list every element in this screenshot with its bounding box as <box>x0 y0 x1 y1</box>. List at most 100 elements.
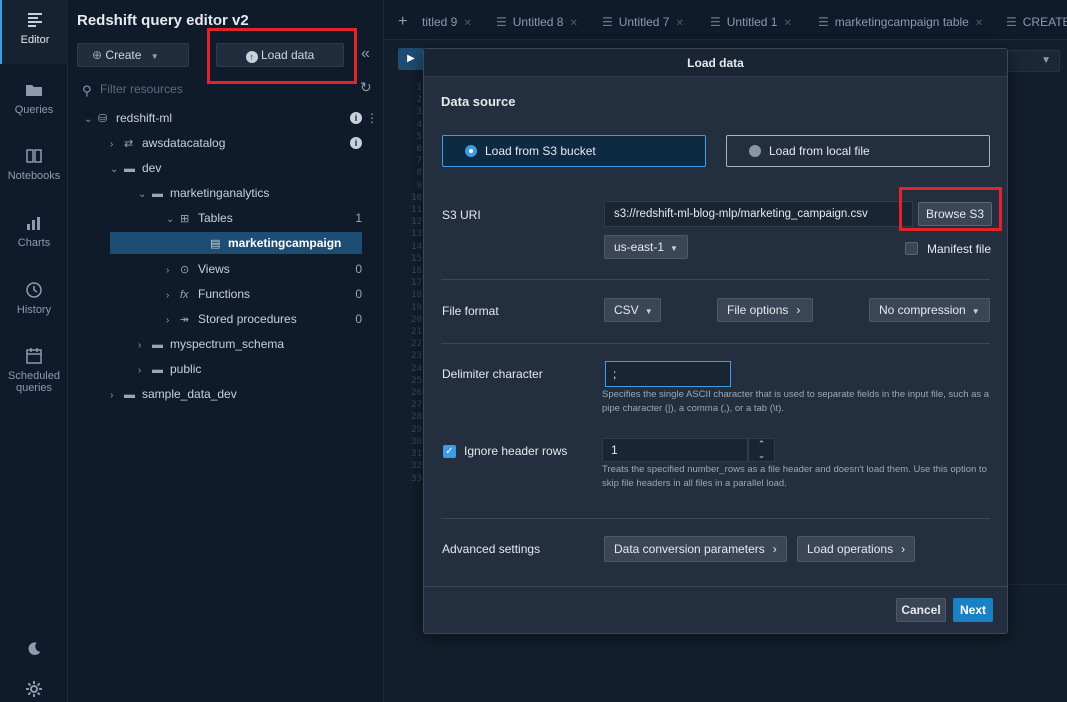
chevron-right-icon: › <box>772 542 777 556</box>
rail-scheduled-queries[interactable]: Scheduled queries <box>0 336 68 406</box>
data-conversion-label: Data conversion parameters <box>614 542 765 556</box>
ignore-header-label: Ignore header rows <box>464 444 568 458</box>
radio-selected-icon <box>465 145 477 157</box>
chevron-right-icon: › <box>110 139 114 150</box>
line-numbers: 1 2 3 4 5 6 7 8 9 10 11 12 13 14 15 16 1… <box>411 83 422 484</box>
tab-marketingcampaign-table[interactable]: ☰ marketingcampaign table ✕ <box>818 0 983 40</box>
tree-item-awsdatacatalog[interactable]: › ⇄ awsdatacatalog i <box>68 132 384 154</box>
rail-queries-label: Queries <box>14 104 54 116</box>
panel-title: Redshift query editor v2 <box>77 12 249 29</box>
cancel-button[interactable]: Cancel <box>896 598 946 622</box>
folder-icon: ▬ <box>152 364 163 376</box>
close-icon[interactable]: ✕ <box>569 18 577 29</box>
rail-queries[interactable]: Queries <box>0 70 68 134</box>
close-icon[interactable]: ✕ <box>675 18 683 29</box>
check-icon: ✓ <box>445 446 454 457</box>
notebook-icon <box>26 149 42 163</box>
file-format-select[interactable]: CSV ▼ <box>604 298 661 322</box>
collapse-panel-icon[interactable]: « <box>361 45 370 63</box>
chevron-right-icon: › <box>166 290 170 301</box>
tree-item-redshift-ml[interactable]: ⌄ ⛁ redshift-ml i ⋮ <box>68 107 384 129</box>
tab-label: Untitled 8 <box>512 15 564 29</box>
query-icon: ☰ <box>496 15 507 29</box>
query-icon: ☰ <box>710 15 721 29</box>
tab-untitled-7[interactable]: ☰ Untitled 7 ✕ <box>602 0 684 40</box>
close-icon[interactable]: ✕ <box>783 18 791 29</box>
tab-label: CREATE <box>1022 15 1067 29</box>
tab-create[interactable]: ☰ CREATE <box>1006 0 1067 40</box>
rail-charts[interactable]: Charts <box>0 203 68 267</box>
tree-count: 1 <box>355 211 362 225</box>
tree-item-stored-procedures[interactable]: › ↠ Stored procedures 0 <box>68 308 384 330</box>
kebab-menu-icon[interactable]: ⋮ <box>366 107 378 129</box>
tree-item-marketinganalytics[interactable]: ⌄ ▬ marketinganalytics <box>68 182 384 204</box>
catalog-icon: ⇄ <box>124 138 134 150</box>
rail-editor[interactable]: Editor <box>0 0 68 64</box>
tab-untitled-9[interactable]: titled 9 ✕ <box>422 0 472 40</box>
tree-count: 0 <box>355 312 362 326</box>
region-select[interactable]: us-east-1 ▼ <box>604 235 688 259</box>
tree-item-tables[interactable]: ⌄ ⊞ Tables 1 <box>68 207 384 229</box>
close-icon[interactable]: ✕ <box>975 18 983 29</box>
tree-label: redshift-ml <box>116 111 173 125</box>
rail-notebooks[interactable]: Notebooks <box>0 136 68 200</box>
caret-down-icon: ▼ <box>150 52 159 61</box>
s3-uri-input[interactable]: s3://redshift-ml-blog-mlp/marketing_camp… <box>604 201 913 227</box>
table-icon: ▤ <box>210 238 221 250</box>
theme-toggle[interactable] <box>0 640 68 661</box>
close-icon[interactable]: ✕ <box>463 18 471 29</box>
run-button[interactable]: ▶ <box>398 48 424 70</box>
settings-button[interactable] <box>0 679 68 702</box>
radio-s3-label: Load from S3 bucket <box>485 144 596 158</box>
delimiter-input[interactable]: ; <box>605 361 731 387</box>
charts-icon <box>27 217 40 230</box>
rail-history[interactable]: History <box>0 270 68 334</box>
file-options-button[interactable]: File options › <box>717 298 813 322</box>
tree-item-views[interactable]: › ⊙ Views 0 <box>68 258 384 280</box>
tree-item-dev[interactable]: ⌄ ▬ dev <box>68 157 384 179</box>
info-icon[interactable]: i <box>350 112 362 124</box>
radio-load-from-s3[interactable]: Load from S3 bucket <box>442 135 706 167</box>
modal-title: Load data <box>424 49 1007 77</box>
calendar-icon <box>26 348 42 364</box>
info-icon[interactable]: i <box>350 137 362 149</box>
load-operations-button[interactable]: Load operations › <box>797 536 916 562</box>
tree-item-marketingcampaign[interactable]: ▤ marketingcampaign <box>110 232 362 254</box>
tree-label: awsdatacatalog <box>142 136 226 150</box>
data-conversion-button[interactable]: Data conversion parameters › <box>604 536 787 562</box>
tree-item-public[interactable]: › ▬ public <box>68 358 384 380</box>
tab-label: Untitled 7 <box>618 15 670 29</box>
file-format-value: CSV <box>614 303 639 317</box>
manifest-checkbox[interactable] <box>905 242 918 255</box>
divider <box>441 343 990 344</box>
tab-untitled-1[interactable]: ☰ Untitled 1 ✕ <box>710 0 792 40</box>
chevron-right-icon: › <box>138 365 142 376</box>
tree-label: Functions <box>198 287 251 301</box>
chevron-right-icon: › <box>796 303 801 317</box>
refresh-icon[interactable]: ↻ <box>360 79 372 96</box>
tab-untitled-8[interactable]: ☰ Untitled 8 ✕ <box>496 0 578 40</box>
delimiter-hint: Specifies the single ASCII character tha… <box>602 389 990 414</box>
chevron-up-icon[interactable]: ⌃ <box>749 439 774 450</box>
radio-load-from-local[interactable]: Load from local file <box>726 135 990 167</box>
data-source-title: Data source <box>441 94 516 109</box>
tree-item-functions[interactable]: › fx Functions 0 <box>68 283 384 305</box>
history-icon <box>26 282 42 298</box>
tree-label: marketingcampaign <box>228 236 342 250</box>
tree-item-myspectrum-schema[interactable]: › ▬ myspectrum_schema <box>68 333 384 355</box>
caret-down-icon: ▼ <box>644 307 653 316</box>
create-button[interactable]: ⊕ Create ▼ <box>77 43 189 67</box>
ignore-header-input[interactable]: 1 <box>602 438 748 462</box>
next-button[interactable]: Next <box>953 598 993 622</box>
ignore-header-hint: Treats the specified number_rows as a fi… <box>602 464 987 489</box>
tree-item-sample-data-dev[interactable]: › ▬ sample_data_dev <box>68 383 384 405</box>
s3-uri-label: S3 URI <box>442 208 481 222</box>
compression-select[interactable]: No compression ▼ <box>869 298 990 322</box>
number-stepper[interactable]: ⌃ ⌄ <box>748 438 775 462</box>
new-tab-icon[interactable]: + <box>398 13 407 31</box>
ignore-header-checkbox[interactable]: ✓ <box>443 445 456 458</box>
folder-icon: ▬ <box>152 339 163 351</box>
plus-circle-icon: ⊕ <box>92 48 103 62</box>
chevron-down-icon[interactable]: ⌄ <box>749 450 774 461</box>
load-data-modal: Load data Data source Load from S3 bucke… <box>423 48 1008 634</box>
